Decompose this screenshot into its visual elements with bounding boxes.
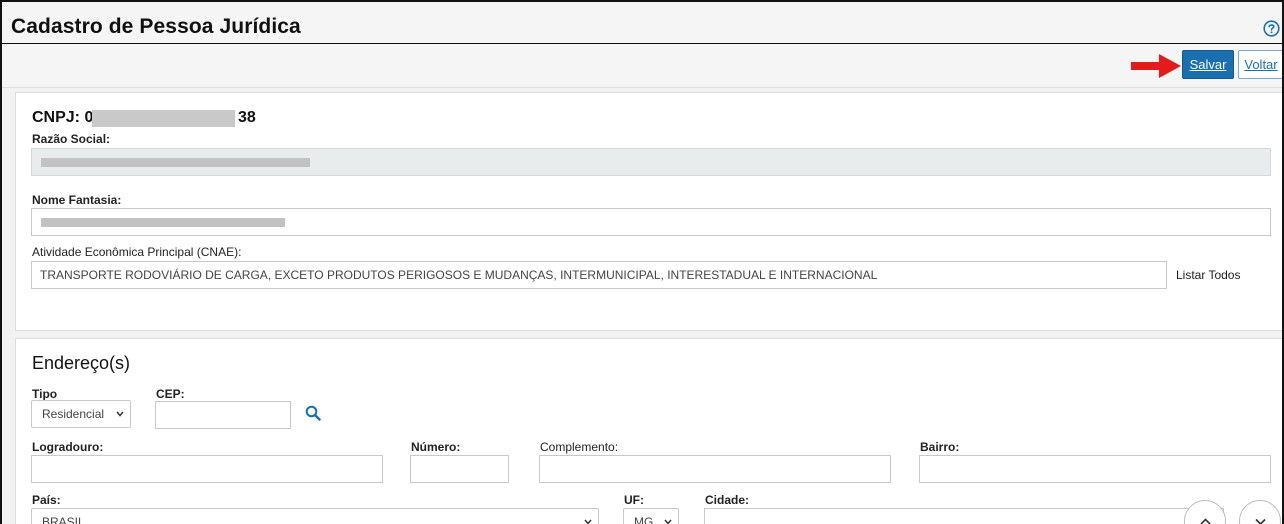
pais-select[interactable]: BRASIL — [31, 508, 599, 524]
uf-select[interactable]: MG — [623, 508, 679, 524]
back-button-label: Voltar — [1244, 57, 1278, 72]
chevron-down-icon — [1255, 518, 1266, 524]
nome-fantasia-field[interactable] — [31, 208, 1271, 236]
nome-fantasia-redaction — [41, 218, 285, 227]
numero-label: Número: — [411, 440, 461, 454]
search-icon[interactable] — [305, 405, 321, 421]
logradouro-label: Logradouro: — [32, 440, 104, 454]
razao-social-label: Razão Social: — [32, 132, 111, 146]
cep-label: CEP: — [156, 387, 185, 401]
numero-field[interactable] — [410, 455, 509, 483]
page-title: Cadastro de Pessoa Jurídica — [11, 15, 301, 38]
complemento-field[interactable] — [539, 455, 891, 483]
bairro-field[interactable] — [919, 455, 1271, 483]
logradouro-field[interactable] — [31, 455, 383, 483]
chevron-up-icon — [1200, 518, 1211, 524]
complemento-label: Complemento: — [540, 440, 619, 454]
help-circle-icon[interactable] — [1263, 20, 1280, 37]
cnpj-label: CNPJ: 0 — [32, 109, 94, 126]
list-all-button[interactable]: Listar Todos — [1176, 268, 1240, 282]
address-card — [15, 338, 1282, 524]
save-button[interactable]: Salvar — [1182, 50, 1234, 79]
cidade-field[interactable] — [704, 508, 1224, 524]
nome-fantasia-label: Nome Fantasia: — [32, 193, 122, 207]
title-bar: Cadastro de Pessoa Jurídica — [2, 2, 1282, 44]
window-frame: Cadastro de Pessoa Jurídica Salvar Volta… — [0, 0, 1284, 524]
cidade-label: Cidade: — [705, 493, 750, 507]
tipo-label: Tipo — [32, 387, 58, 401]
chevron-down-icon — [116, 411, 124, 417]
razao-social-redaction — [41, 158, 310, 167]
cnae-value: TRANSPORTE RODOVIÁRIO DE CARGA, EXCETO P… — [40, 268, 878, 282]
tipo-value: Residencial — [42, 407, 105, 421]
cnpj-redaction — [92, 110, 235, 127]
cnae-label: Atividade Econômica Principal (CNAE): — [32, 245, 242, 259]
tipo-select[interactable]: Residencial — [31, 400, 131, 428]
cep-field[interactable] — [155, 401, 291, 429]
uf-value: MG — [634, 515, 654, 524]
pais-label: País: — [32, 493, 61, 507]
chevron-down-icon — [584, 519, 592, 524]
address-section-title: Endereço(s) — [32, 353, 131, 373]
chevron-down-icon — [664, 519, 672, 524]
save-button-label: Salvar — [1189, 57, 1227, 72]
cnae-field[interactable]: TRANSPORTE RODOVIÁRIO DE CARGA, EXCETO P… — [31, 261, 1167, 289]
uf-label: UF: — [624, 493, 644, 507]
back-button[interactable]: Voltar — [1238, 50, 1282, 79]
red-arrow-right-icon — [1131, 54, 1181, 78]
bairro-label: Bairro: — [920, 440, 960, 454]
pais-value: BRASIL — [42, 515, 85, 524]
cnpj-suffix: 38 — [238, 109, 256, 126]
toolbar — [2, 45, 1282, 88]
razao-social-field — [31, 148, 1271, 176]
